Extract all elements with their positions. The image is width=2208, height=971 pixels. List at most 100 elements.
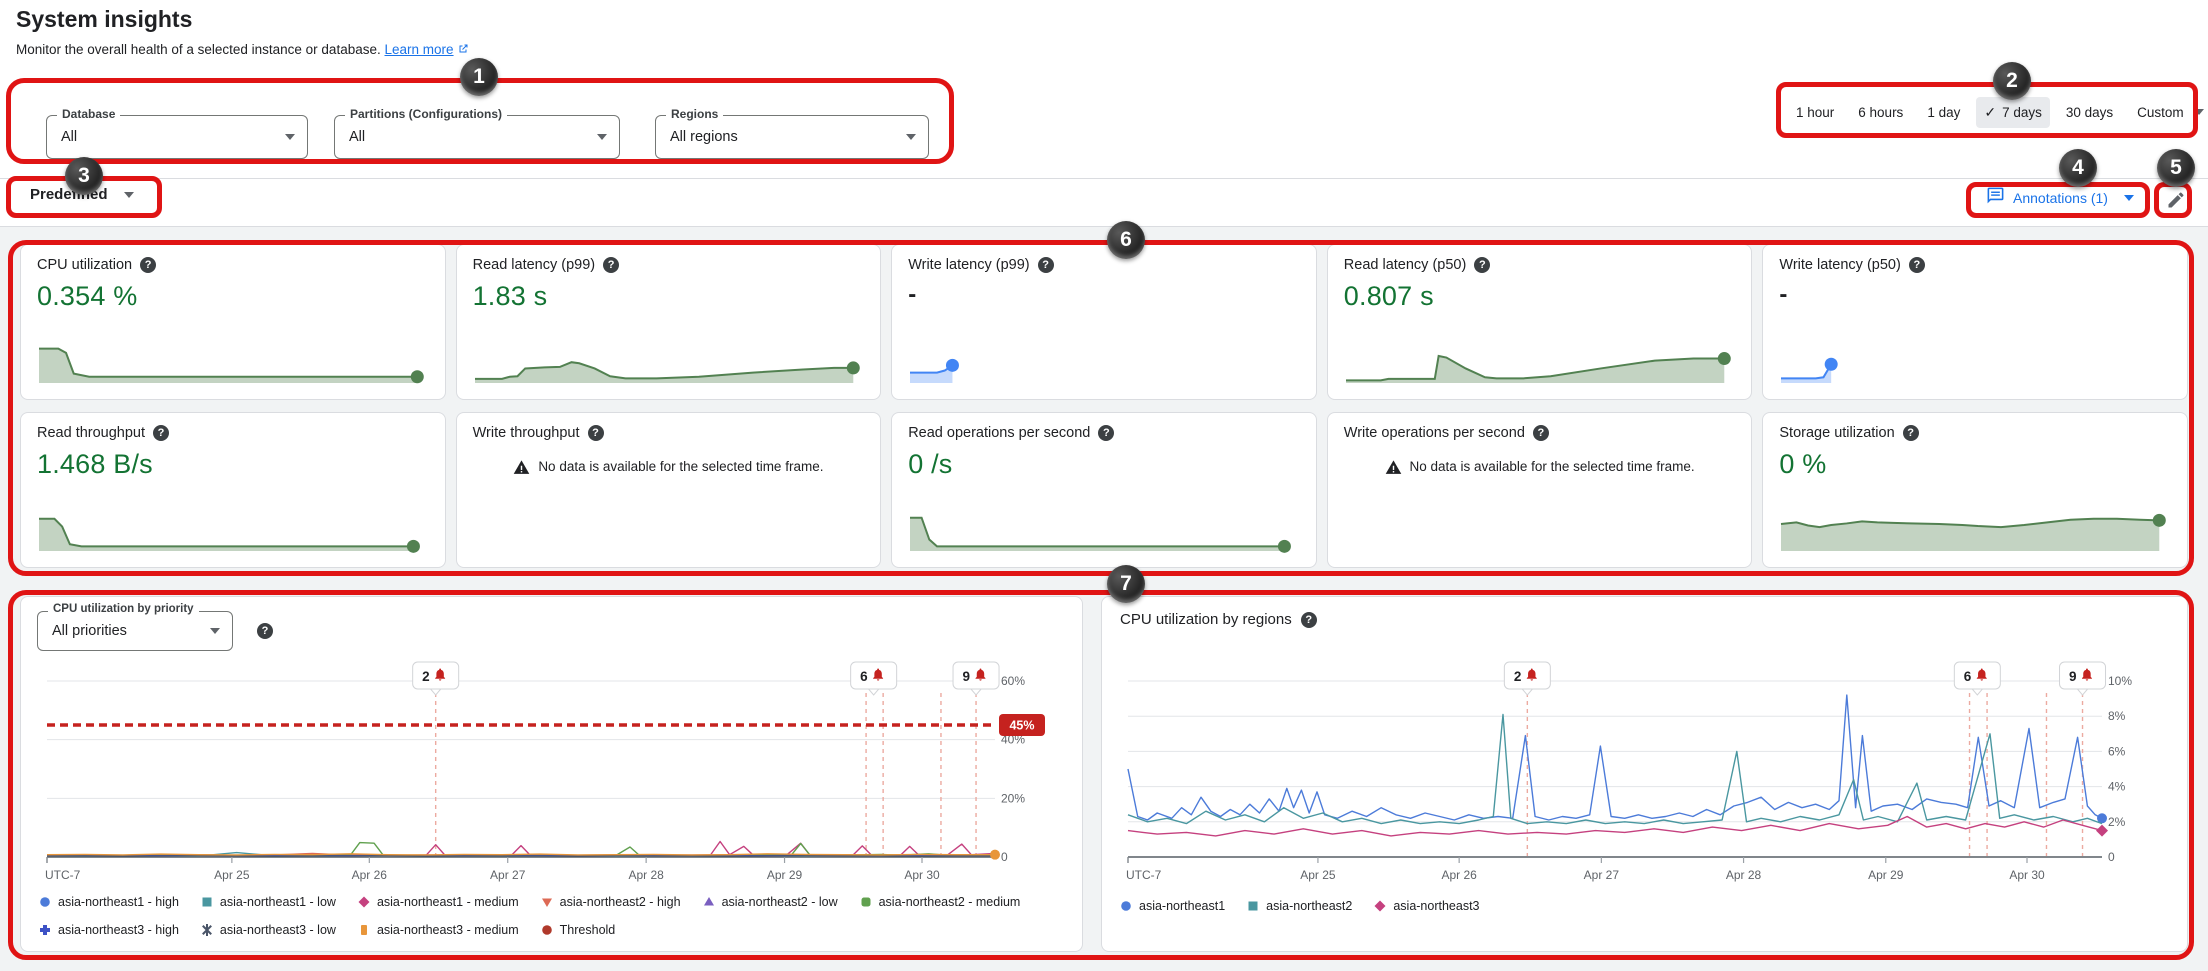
svg-text:60%: 60%: [1001, 674, 1025, 688]
annotation-bell-9[interactable]: 9: [953, 662, 999, 695]
predefined-dropdown[interactable]: Predefined: [30, 186, 134, 203]
legend-item-asia-northeast1-low[interactable]: asia-northeast1 - low: [201, 895, 336, 909]
annotation-bell-6[interactable]: 6: [851, 662, 897, 695]
divider: [0, 178, 2208, 179]
chevron-down-icon: [597, 134, 607, 140]
help-icon[interactable]: ?: [1909, 257, 1925, 273]
help-icon[interactable]: ?: [603, 257, 619, 273]
series-asia-northeast1 - medium: [47, 842, 995, 856]
metric-value: 1.83 s: [473, 281, 865, 312]
annotation-bell-6[interactable]: 6: [1954, 662, 2000, 695]
regions-select[interactable]: Regions All regions: [655, 115, 929, 159]
legend-marker-burst: [201, 924, 213, 936]
legend-item-asia-northeast3-low[interactable]: asia-northeast3 - low: [201, 923, 336, 937]
series-asia-northeast3 - low: [47, 856, 995, 857]
metric-value: -: [908, 281, 1300, 309]
no-data-message: No data is available for the selected ti…: [473, 459, 865, 476]
card-title: CPU utilization: [37, 257, 132, 273]
no-data-message: No data is available for the selected ti…: [1344, 459, 1736, 476]
help-icon[interactable]: ?: [588, 425, 604, 441]
legend-item-threshold[interactable]: Threshold: [541, 923, 616, 937]
help-icon[interactable]: ?: [1038, 257, 1054, 273]
time-range-option-7-days[interactable]: ✓7 days: [1976, 97, 2050, 128]
svg-text:20%: 20%: [1001, 791, 1025, 805]
svg-text:Apr 28: Apr 28: [1726, 868, 1762, 882]
annotation-bell-2[interactable]: 2: [1504, 662, 1550, 695]
regions-legend: asia-northeast1 asia-northeast2 asia-north…: [1120, 899, 1480, 913]
cpu-by-priority-panel: CPU utilization by priority All prioriti…: [20, 596, 1083, 952]
metric-value: 1.468 B/s: [37, 449, 429, 480]
external-link-icon: [457, 43, 469, 58]
database-select[interactable]: Database All: [46, 115, 308, 159]
svg-text:Apr 29: Apr 29: [1868, 868, 1904, 882]
priority-filter-select[interactable]: CPU utilization by priority All prioriti…: [37, 611, 233, 651]
legend-item-asia-northeast2-medium[interactable]: asia-northeast2 - medium: [860, 895, 1021, 909]
annotation-bell-2[interactable]: 2: [413, 662, 459, 695]
help-icon[interactable]: ?: [1301, 612, 1317, 628]
card-title: Read operations per second: [908, 425, 1090, 441]
legend-marker-diamond: [358, 896, 370, 908]
svg-text:UTC-7: UTC-7: [1126, 868, 1162, 882]
legend-marker-diamond: [1374, 900, 1386, 912]
time-range-option-6-hours[interactable]: 6 hours: [1850, 98, 1911, 127]
sparkline: [908, 325, 1302, 389]
legend-item-asia-northeast2-high[interactable]: asia-northeast2 - high: [541, 895, 681, 909]
svg-text:9: 9: [2069, 669, 2077, 684]
svg-text:0: 0: [1001, 850, 1008, 864]
help-icon[interactable]: ?: [257, 623, 273, 639]
legend-item-asia-northeast3-high[interactable]: asia-northeast3 - high: [39, 923, 179, 937]
metric-card-write-operations-per-second: Write operations per second?No data is a…: [1327, 412, 1753, 568]
legend-marker-plus: [39, 924, 51, 936]
svg-text:Apr 27: Apr 27: [490, 868, 526, 882]
card-title: Write throughput: [473, 425, 580, 441]
legend-marker-circle: [1120, 900, 1132, 912]
time-range-selector: 1 hour 6 hours 1 day ✓7 days 30 days Custom: [1788, 93, 2208, 131]
legend-item-asia-northeast2-low[interactable]: asia-northeast2 - low: [703, 895, 838, 909]
edit-pencil-button[interactable]: [2160, 186, 2192, 218]
partitions-select[interactable]: Partitions (Configurations) All: [334, 115, 620, 159]
time-range-option-30-days[interactable]: 30 days: [2058, 98, 2121, 127]
svg-text:4%: 4%: [2108, 780, 2126, 794]
legend-marker-triangle-down: [541, 896, 553, 908]
svg-text:8%: 8%: [2108, 709, 2126, 723]
legend-item-asia-northeast3[interactable]: asia-northeast3: [1374, 899, 1479, 913]
metric-value: -: [1779, 281, 2171, 309]
annotation-bell-9[interactable]: 9: [2060, 662, 2106, 695]
legend-marker-circle: [541, 924, 553, 936]
help-icon[interactable]: ?: [1474, 257, 1490, 273]
card-title: Read latency (p99): [473, 257, 596, 273]
legend-item-asia-northeast1-medium[interactable]: asia-northeast1 - medium: [358, 895, 519, 909]
legend-item-asia-northeast1-high[interactable]: asia-northeast1 - high: [39, 895, 179, 909]
help-icon[interactable]: ?: [1098, 425, 1114, 441]
legend-item-asia-northeast3-medium[interactable]: asia-northeast3 - medium: [358, 923, 519, 937]
legend-marker-circle: [39, 896, 51, 908]
time-range-option-1-hour[interactable]: 1 hour: [1788, 98, 1842, 127]
help-icon[interactable]: ?: [140, 257, 156, 273]
warning-icon: [1385, 459, 1402, 476]
legend-marker-bar: [358, 924, 370, 936]
help-icon[interactable]: ?: [1533, 425, 1549, 441]
svg-text:2%: 2%: [2108, 815, 2126, 829]
metric-card-read-latency-p99-: Read latency (p99)? 1.83 s: [456, 244, 882, 400]
svg-text:Apr 29: Apr 29: [767, 868, 803, 882]
legend-item-asia-northeast2[interactable]: asia-northeast2: [1247, 899, 1352, 913]
legend-marker-square: [201, 896, 213, 908]
metric-card-read-operations-per-second: Read operations per second?0 /s: [891, 412, 1317, 568]
sparkline: [37, 325, 431, 389]
help-icon[interactable]: ?: [1903, 425, 1919, 441]
sparkline: [1779, 493, 2173, 557]
chevron-down-icon: [210, 628, 220, 634]
learn-more-link[interactable]: Learn more: [385, 42, 454, 57]
chevron-down-icon: [2124, 195, 2134, 201]
help-icon[interactable]: ?: [153, 425, 169, 441]
metric-card-write-latency-p50-: Write latency (p50)?-: [1762, 244, 2188, 400]
cpu-by-regions-panel: CPU utilization by regions ? 10%8%6%4%2%…: [1101, 596, 2188, 952]
time-range-option-custom[interactable]: Custom: [2129, 98, 2208, 127]
series-asia-northeast3: [1128, 817, 2102, 836]
callout-badge-5: 5: [2157, 149, 2195, 187]
svg-text:0: 0: [2108, 850, 2115, 864]
legend-item-asia-northeast1[interactable]: asia-northeast1: [1120, 899, 1225, 913]
annotations-button[interactable]: Annotations (1): [1986, 186, 2134, 210]
callout-badge-4: 4: [2059, 149, 2097, 187]
time-range-option-1-day[interactable]: 1 day: [1919, 98, 1968, 127]
